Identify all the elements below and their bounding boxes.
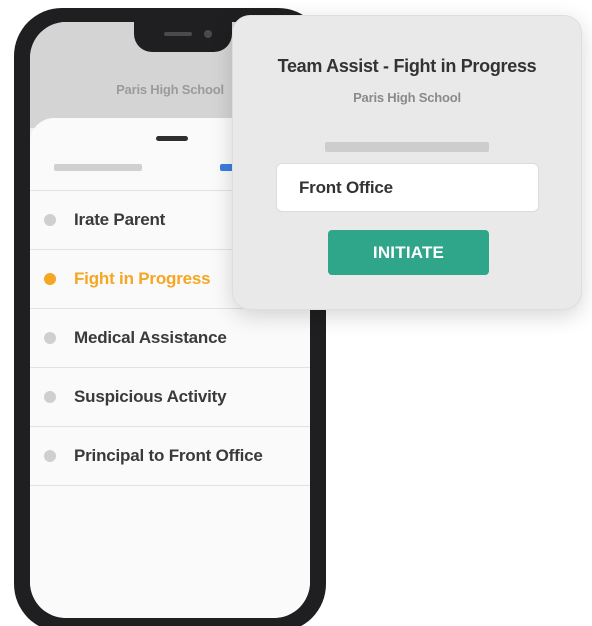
sheet-tab-placeholder[interactable] [54, 164, 142, 171]
location-field[interactable]: Front Office [276, 163, 539, 212]
alert-label: Suspicious Activity [74, 387, 227, 406]
status-dot-icon [44, 332, 56, 344]
alert-item-suspicious-activity[interactable]: Suspicious Activity [30, 368, 310, 427]
alert-item-medical-assistance[interactable]: Medical Assistance [30, 309, 310, 368]
status-dot-icon [44, 391, 56, 403]
phone-notch [134, 22, 232, 52]
camera-icon [204, 30, 212, 38]
alert-label: Medical Assistance [74, 328, 227, 347]
initiate-button[interactable]: INITIATE [328, 230, 489, 275]
alert-label: Principal to Front Office [74, 446, 263, 465]
alert-label: Irate Parent [74, 210, 166, 229]
sheet-drag-handle[interactable] [156, 136, 188, 141]
alert-item-principal-to-front-office[interactable]: Principal to Front Office [30, 427, 310, 486]
card-placeholder-bar [325, 142, 489, 152]
team-assist-card: Team Assist - Fight in Progress Paris Hi… [232, 15, 582, 310]
alert-label: Fight in Progress [74, 269, 211, 288]
speaker-icon [164, 32, 192, 36]
card-subtitle: Paris High School [353, 90, 461, 105]
status-dot-icon [44, 214, 56, 226]
card-title: Team Assist - Fight in Progress [277, 56, 537, 76]
status-dot-icon [44, 273, 56, 285]
status-dot-icon [44, 450, 56, 462]
